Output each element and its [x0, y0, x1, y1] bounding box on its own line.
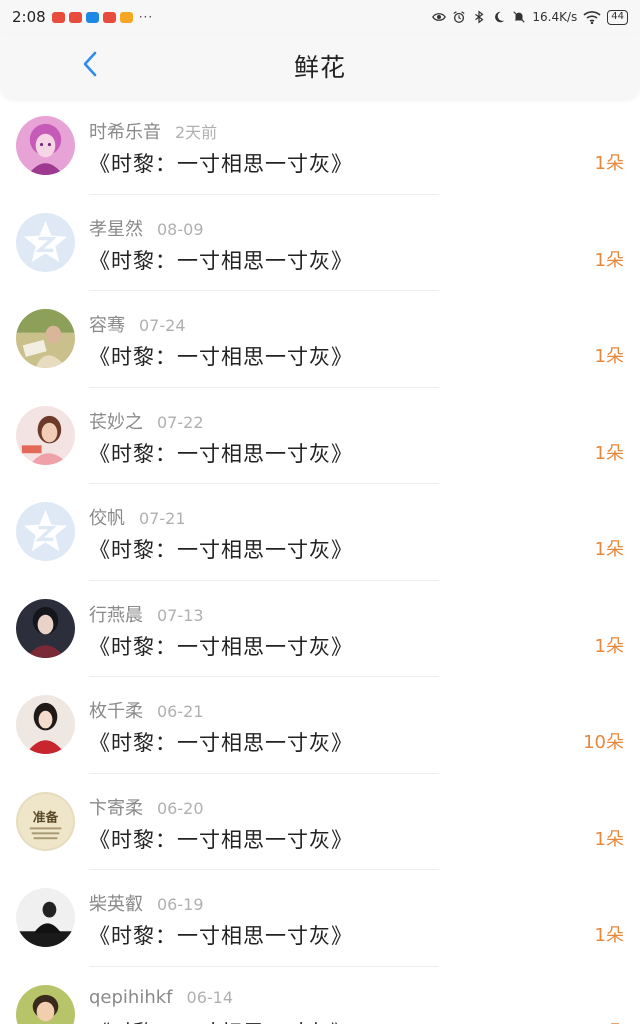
- notification-app-icon: [68, 11, 82, 23]
- list-item[interactable]: 佼帆 07-21 《时黎：一寸相思一寸灰》 1朵: [0, 484, 640, 581]
- battery-indicator: 44: [607, 9, 628, 25]
- gift-time: 06-20: [157, 798, 204, 818]
- flower-count: 1朵: [594, 925, 624, 946]
- work-title: 《时黎：一寸相思一寸灰》: [89, 152, 353, 176]
- avatar[interactable]: [16, 405, 75, 465]
- do-not-disturb-moon-icon: [492, 10, 506, 24]
- work-title: 《时黎：一寸相思一寸灰》: [89, 345, 353, 369]
- user-name[interactable]: qepihihkf: [89, 987, 173, 1008]
- flower-count: 1朵: [594, 346, 624, 367]
- flower-count: 1朵: [594, 828, 624, 850]
- user-name[interactable]: 孝星然: [89, 215, 143, 241]
- gift-time: 07-24: [139, 316, 186, 335]
- list-item[interactable]: 准备 卞寄柔 06-20 《时黎：一寸相思一寸灰》 1朵: [0, 774, 640, 870]
- avatar[interactable]: 准备: [16, 791, 75, 851]
- item-meta: qepihihkf 06-14: [89, 987, 233, 1008]
- flower-gift-list: 时希乐音 2天前 《时黎：一寸相思一寸灰》 1朵 孝星然 08-09 《时黎：一寸相思一寸灰…: [0, 98, 640, 1024]
- work-title: 《时黎：一寸相思一寸灰》: [89, 634, 353, 659]
- user-name[interactable]: 容骞: [89, 311, 125, 337]
- gift-time: 07-21: [139, 509, 186, 528]
- list-item[interactable]: 容骞 07-24 《时黎：一寸相思一寸灰》 1朵: [0, 291, 640, 388]
- list-item[interactable]: 行燕晨 07-13 《时黎：一寸相思一寸灰》 1朵: [0, 581, 640, 677]
- status-time: 2:08: [12, 8, 46, 26]
- avatar[interactable]: [16, 888, 75, 947]
- item-meta: 容骞 07-24: [89, 311, 186, 337]
- notification-app-icon: [85, 11, 99, 23]
- gift-time: 06-14: [186, 987, 234, 1007]
- avatar[interactable]: [16, 309, 75, 368]
- item-meta: 佼帆 07-21: [89, 504, 186, 530]
- back-button[interactable]: [76, 51, 104, 81]
- gift-time: 08-09: [157, 219, 204, 239]
- gift-time: 06-21: [157, 702, 204, 721]
- notification-app-icon: [51, 11, 65, 23]
- gift-time: 07-22: [157, 412, 204, 432]
- flower-count: 1朵: [594, 635, 624, 657]
- flower-count: 1朵: [594, 539, 624, 560]
- work-title: 《时黎：一寸相思一寸灰》: [89, 441, 353, 466]
- gift-time: 07-13: [157, 605, 204, 625]
- work-title: 《时黎：一寸相思一寸灰》: [89, 248, 353, 273]
- flower-count: 1朵: [594, 153, 624, 174]
- list-item[interactable]: 时希乐音 2天前《时黎：一寸相思一寸灰》 1朵: [0, 98, 640, 195]
- item-meta: 行燕晨 07-13: [89, 601, 204, 627]
- status-bar: 2:08 ··· 16.4K/s 44: [0, 0, 640, 34]
- work-title: 《时黎：一寸相思一寸灰》: [89, 827, 353, 852]
- work-title: 《时黎：一寸相思一寸灰》: [89, 731, 353, 755]
- flower-count: 1朵: [594, 442, 624, 464]
- item-meta: 孝星然 08-09: [89, 215, 204, 241]
- user-name[interactable]: 卞寄柔: [89, 794, 143, 820]
- avatar[interactable]: [16, 212, 75, 272]
- page-title: 鲜花: [293, 53, 346, 82]
- notification-app-icon: [102, 11, 116, 23]
- user-name[interactable]: 行燕晨: [89, 601, 143, 627]
- item-meta: 卞寄柔 06-20: [89, 794, 204, 820]
- svg-text:准备: 准备: [33, 809, 59, 825]
- eye-icon: [432, 10, 447, 24]
- work-title: 《时黎：一寸相思一寸灰》: [89, 538, 353, 562]
- alarm-icon: [452, 10, 466, 24]
- bluetooth-icon: [472, 10, 486, 24]
- item-meta: 时希乐音 2天前: [89, 118, 217, 144]
- item-meta: 枚千柔 06-21: [89, 697, 204, 723]
- user-name[interactable]: 苌妙之: [89, 408, 143, 434]
- network-speed: 16.4K/s: [532, 10, 578, 24]
- mute-bell-icon: [512, 10, 526, 24]
- flower-count: 1朵: [594, 249, 624, 271]
- work-title: 《时黎：一寸相思一寸灰》: [89, 924, 353, 948]
- chevron-left-icon: [82, 51, 98, 81]
- item-meta: 苌妙之 07-22: [89, 408, 204, 434]
- avatar[interactable]: [16, 598, 75, 658]
- list-item[interactable]: 苌妙之 07-22 《时黎：一寸相思一寸灰》 1朵: [0, 388, 640, 484]
- user-name[interactable]: 佼帆: [89, 504, 125, 530]
- avatar[interactable]: [16, 984, 75, 1024]
- app-header: 鲜花: [0, 34, 640, 98]
- avatar[interactable]: [16, 695, 75, 754]
- gift-time: 06-19: [157, 895, 204, 914]
- notification-app-icon: [119, 11, 133, 23]
- item-meta: 柴英叡 06-19: [89, 890, 204, 916]
- list-item[interactable]: 孝星然 08-09 《时黎：一寸相思一寸灰》 1朵: [0, 195, 640, 291]
- flower-count: 10朵: [583, 732, 624, 753]
- wifi-icon: [583, 10, 601, 24]
- list-item[interactable]: 柴英叡 06-19 《时黎：一寸相思一寸灰》 1朵: [0, 870, 640, 967]
- more-notifications-indicator: ···: [138, 10, 154, 24]
- flower-count: 1朵: [595, 1018, 624, 1024]
- user-name[interactable]: 时希乐音: [89, 118, 161, 144]
- gift-time: 2天前: [175, 123, 218, 142]
- user-name[interactable]: 柴英叡: [89, 890, 143, 916]
- user-name[interactable]: 枚千柔: [89, 697, 143, 723]
- work-title: 《时黎：一寸相思一寸灰》: [89, 1017, 353, 1024]
- list-item[interactable]: 枚千柔 06-21 《时黎：一寸相思一寸灰》 10朵: [0, 677, 640, 774]
- avatar[interactable]: [16, 502, 75, 561]
- list-item[interactable]: qepihihkf 06-14 《时黎：一寸相思一寸灰》 1朵: [0, 967, 640, 1024]
- avatar[interactable]: [16, 116, 75, 175]
